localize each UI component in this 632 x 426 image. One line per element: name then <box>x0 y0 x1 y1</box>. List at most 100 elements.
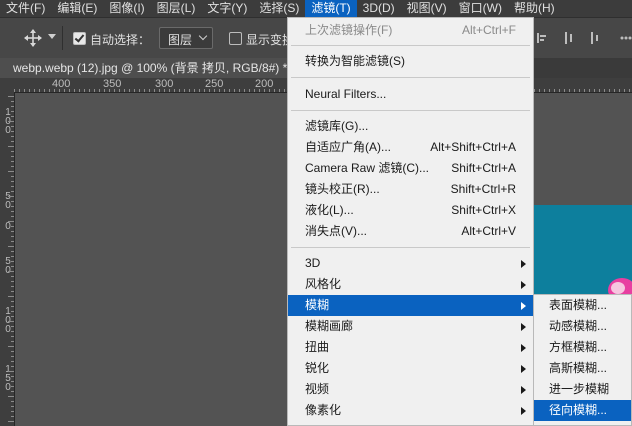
submenu-item-radial-blur[interactable]: 径向模糊... <box>534 400 631 421</box>
submenu-item-motion-blur[interactable]: 动感模糊... <box>534 316 631 337</box>
menu-filter[interactable]: 滤镜(T) <box>305 0 357 17</box>
ruler-tick <box>11 241 14 242</box>
menu-item-stylize[interactable]: 风格化 <box>288 274 533 295</box>
ruler-tick <box>609 89 610 92</box>
menu-item-adaptive-wide-angle[interactable]: 自适应广角(A)... Alt+Shift+Ctrl+A <box>288 137 533 158</box>
ruler-tick <box>604 89 605 92</box>
ruler-tick <box>224 89 225 92</box>
menu-item-blur-gallery[interactable]: 模糊画廊 <box>288 316 533 337</box>
ruler-tick <box>8 421 14 422</box>
menu-item-vanishing-point[interactable]: 消失点(V)... Alt+Ctrl+V <box>288 221 533 242</box>
ruler-tick <box>69 89 70 92</box>
show-transform-checkbox[interactable] <box>229 32 242 45</box>
ruler-tick <box>11 231 14 232</box>
ruler-tick <box>11 251 14 252</box>
ruler-tick <box>39 89 40 92</box>
submenu-arrow-icon <box>521 323 526 331</box>
menu-layer[interactable]: 图层(L) <box>151 0 202 17</box>
menu-item-filter-gallery[interactable]: 滤镜库(G)... <box>288 116 533 137</box>
menu-bar: 文件(F) 编辑(E) 图像(I) 图层(L) 文字(Y) 选择(S) 滤镜(T… <box>0 0 632 17</box>
ruler-tick <box>209 89 210 92</box>
ruler-tick <box>8 296 14 297</box>
submenu-item-box-blur[interactable]: 方框模糊... <box>534 337 631 358</box>
ruler-tick <box>559 89 560 92</box>
submenu-arrow-icon <box>521 260 526 268</box>
ruler-tick <box>114 89 115 92</box>
menu-item-distort[interactable]: 扭曲 <box>288 337 533 358</box>
ruler-tick <box>124 89 125 92</box>
menu-item-lens-correction[interactable]: 镜头校正(R)... Shift+Ctrl+R <box>288 179 533 200</box>
document-tab[interactable]: webp.webp (12).jpg @ 100% (背景 拷贝, RGB/8#… <box>0 58 290 78</box>
menu-help[interactable]: 帮助(H) <box>508 0 561 17</box>
ruler-tick <box>584 89 585 92</box>
ruler-tick <box>11 381 14 382</box>
ruler-tick <box>234 89 235 92</box>
ruler-tick <box>104 89 105 92</box>
ruler-tick <box>11 161 14 162</box>
menu-separator <box>291 45 530 46</box>
menu-select[interactable]: 选择(S) <box>253 0 305 17</box>
menu-edit[interactable]: 编辑(E) <box>51 0 103 17</box>
menu-item-liquify[interactable]: 液化(L)... Shift+Ctrl+X <box>288 200 533 221</box>
menu-type[interactable]: 文字(Y) <box>201 0 253 17</box>
submenu-arrow-icon <box>521 344 526 352</box>
submenu-item-blur-more[interactable]: 进一步模糊 <box>534 379 631 400</box>
menu-separator <box>291 110 530 111</box>
ruler-tick <box>8 271 14 272</box>
menu-item-last-filter[interactable]: 上次滤镜操作(F) Alt+Ctrl+F <box>288 20 533 41</box>
submenu-arrow-icon <box>521 302 526 310</box>
ruler-tick <box>11 226 14 227</box>
menu-window[interactable]: 窗口(W) <box>453 0 508 17</box>
auto-select-target-dropdown[interactable]: 图层 <box>159 27 213 49</box>
ruler-tick <box>99 89 100 92</box>
menu-item-video[interactable]: 视频 <box>288 379 533 400</box>
ruler-tick <box>11 191 14 192</box>
ruler-tick <box>11 366 14 367</box>
menu-3d[interactable]: 3D(D) <box>357 0 401 17</box>
ruler-tick <box>11 326 14 327</box>
ruler-tick <box>11 356 14 357</box>
menu-item-sharpen[interactable]: 锐化 <box>288 358 533 379</box>
ruler-tick <box>11 256 14 257</box>
ruler-tick <box>144 89 145 92</box>
ruler-tick <box>239 89 240 92</box>
ruler-tick <box>11 406 14 407</box>
ruler-tick <box>11 101 14 102</box>
ruler-tick <box>589 89 590 92</box>
submenu-item-surface-blur[interactable]: 表面模糊... <box>534 295 631 316</box>
tool-preset-chevron-icon[interactable] <box>48 34 56 39</box>
ruler-tick <box>11 316 14 317</box>
menu-image[interactable]: 图像(I) <box>103 0 150 17</box>
menu-item-3d[interactable]: 3D <box>288 253 533 274</box>
ruler-tick <box>29 89 30 92</box>
auto-select-label: 自动选择： <box>90 33 151 47</box>
ruler-tick <box>579 89 580 92</box>
ruler-tick <box>139 89 140 92</box>
ruler-tick <box>8 121 14 122</box>
ruler-tick <box>11 181 14 182</box>
ruler-tick <box>11 331 14 332</box>
move-tool-icon[interactable] <box>24 29 42 47</box>
menu-item-pixelate[interactable]: 像素化 <box>288 400 533 421</box>
auto-select-checkbox[interactable] <box>73 32 86 45</box>
ruler-tick <box>11 236 14 237</box>
submenu-arrow-icon <box>521 365 526 373</box>
menu-item-neural-filters[interactable]: Neural Filters... <box>288 84 533 105</box>
menu-item-convert-smart-filter[interactable]: 转换为智能滤镜(S) <box>288 51 533 72</box>
ruler-tick <box>11 311 14 312</box>
align-distribute-icons[interactable] <box>535 30 632 46</box>
ruler-tick <box>11 136 14 137</box>
menu-file[interactable]: 文件(F) <box>0 0 51 17</box>
ruler-tick <box>11 281 14 282</box>
ruler-tick <box>264 89 265 92</box>
ruler-tick <box>79 89 80 92</box>
ruler-tick <box>74 89 75 92</box>
ruler-tick <box>11 126 14 127</box>
ruler-tick <box>274 89 275 92</box>
submenu-item-gaussian-blur[interactable]: 高斯模糊... <box>534 358 631 379</box>
ruler-tick <box>8 371 14 372</box>
ruler-tick <box>554 89 555 92</box>
menu-view[interactable]: 视图(V) <box>401 0 453 17</box>
menu-item-blur[interactable]: 模糊 <box>288 295 533 316</box>
menu-item-camera-raw[interactable]: Camera Raw 滤镜(C)... Shift+Ctrl+A <box>288 158 533 179</box>
